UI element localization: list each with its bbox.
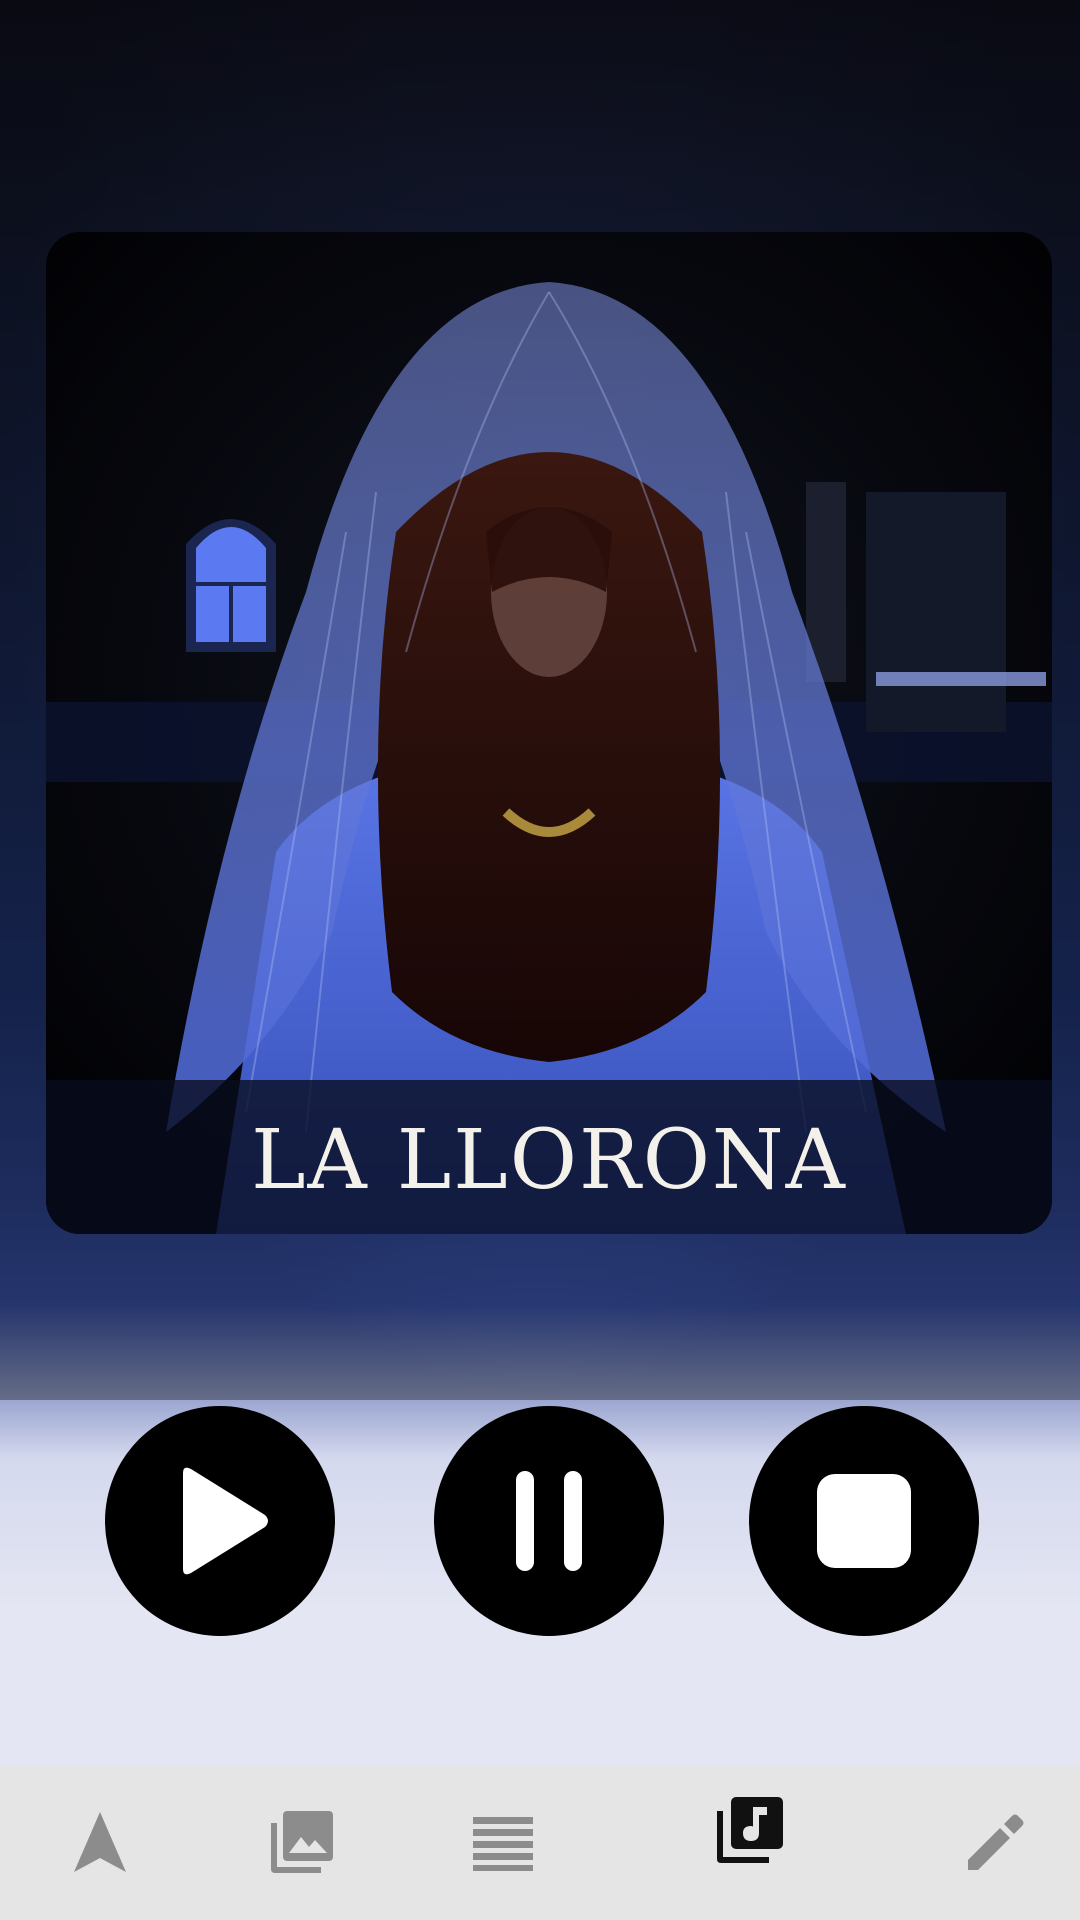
title-band: LA LLORONA	[46, 1080, 1052, 1234]
nav-item-list[interactable]	[433, 1765, 573, 1920]
track-title: LA LLORONA	[251, 1113, 847, 1208]
nav-item-music[interactable]	[679, 1765, 819, 1920]
album-artwork: LA LLORONA	[46, 232, 1052, 1234]
music-library-icon	[717, 1797, 783, 1863]
nav-item-gallery[interactable]	[231, 1765, 371, 1920]
pencil-icon	[968, 1814, 1024, 1870]
pause-icon	[516, 1471, 582, 1571]
stop-button[interactable]	[749, 1406, 979, 1636]
screen: LA LLORONA	[0, 0, 1080, 1920]
play-button[interactable]	[105, 1406, 335, 1636]
pause-button[interactable]	[434, 1406, 664, 1636]
stop-icon	[817, 1474, 911, 1568]
navigation-arrow-icon	[74, 1811, 126, 1872]
list-icon	[473, 1816, 533, 1871]
bottom-navigation	[0, 1765, 1080, 1920]
play-icon	[183, 1467, 268, 1575]
photo-library-icon	[271, 1810, 333, 1873]
playback-controls	[0, 1406, 1080, 1636]
nav-item-navigate[interactable]	[30, 1765, 170, 1920]
nav-item-edit[interactable]	[925, 1765, 1065, 1920]
